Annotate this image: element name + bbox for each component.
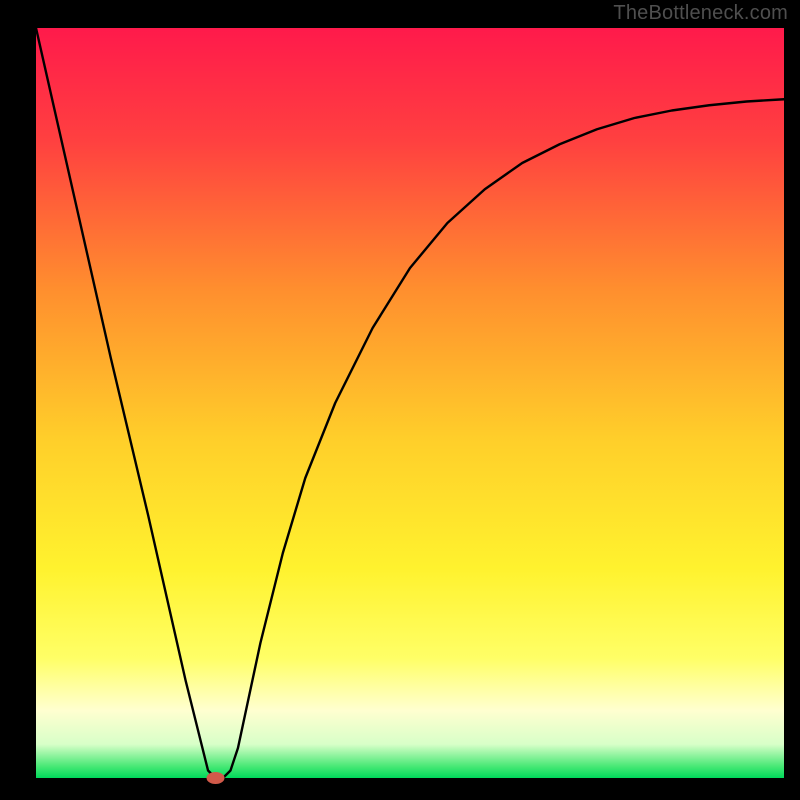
plot-background bbox=[36, 28, 784, 778]
chart-container: TheBottleneck.com bbox=[0, 0, 800, 800]
watermark-text: TheBottleneck.com bbox=[613, 2, 788, 25]
bottleneck-chart bbox=[0, 0, 800, 800]
optimal-marker bbox=[207, 772, 225, 784]
